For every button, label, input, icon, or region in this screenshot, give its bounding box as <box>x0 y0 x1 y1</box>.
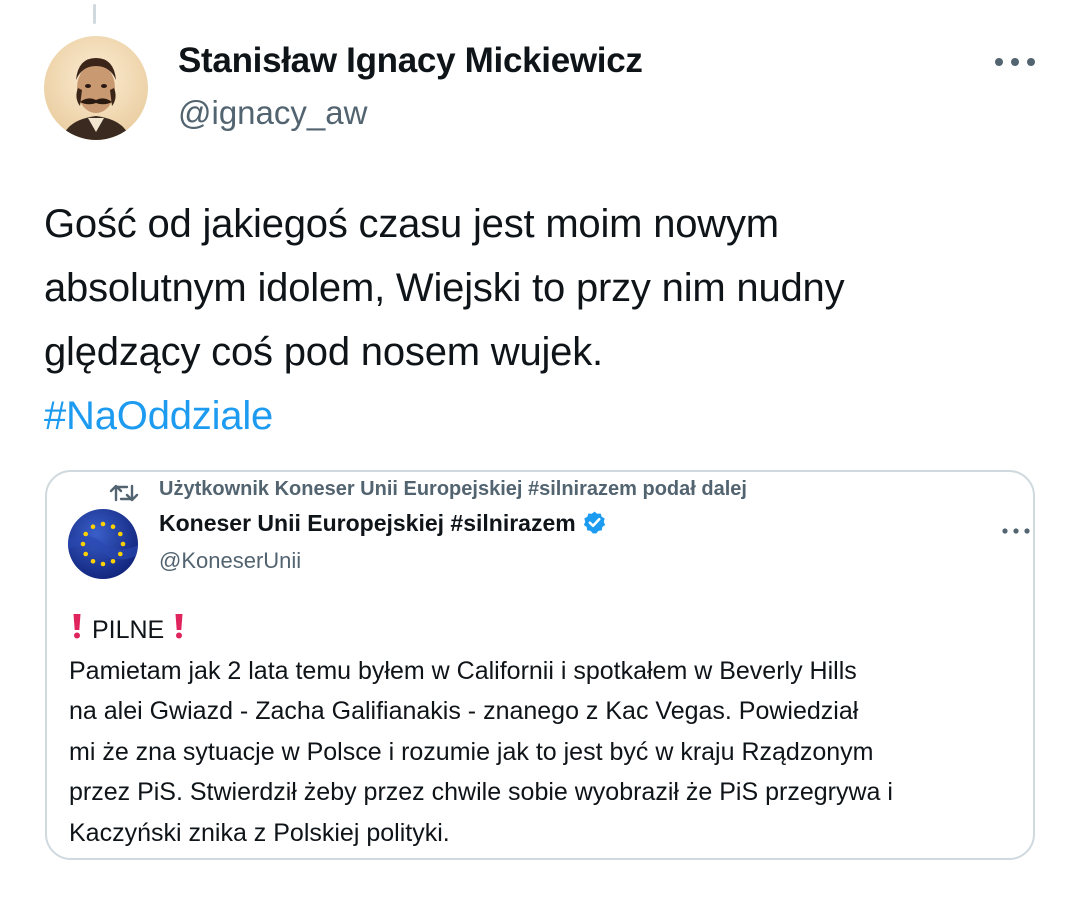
thread-connector-line <box>93 4 96 24</box>
tweet-text-line: ględzący coś pod nosem wujek. <box>44 330 603 374</box>
exclamation-icon <box>175 614 183 639</box>
author-handle[interactable]: @ignacy_aw <box>178 94 367 132</box>
quoted-author-handle[interactable]: @KoneserUnii <box>159 548 301 574</box>
quoted-author-avatar[interactable] <box>68 509 138 579</box>
tweet-text-line: Gość od jakiegoś czasu jest moim nowym <box>44 202 779 246</box>
exclamation-icon <box>73 614 81 639</box>
more-horizontal-icon <box>1002 528 1030 534</box>
portrait-avatar-icon <box>44 36 148 140</box>
quoted-tweet-text: PILNE Pamietam jak 2 lata temu byłem w C… <box>69 610 1029 853</box>
quoted-text-line: na alei Gwiazd - Zacha Galifianakis - zn… <box>69 697 859 725</box>
repost-label[interactable]: Użytkownik Koneser Unii Europejskiej #si… <box>159 478 747 501</box>
quoted-text-line: przez PiS. Stwierdził żeby przez chwile … <box>69 778 893 806</box>
quoted-headline: PILNE <box>69 610 1029 651</box>
hashtag-link[interactable]: #NaOddziale <box>44 384 1034 448</box>
verified-badge-icon <box>583 511 605 534</box>
repost-icon <box>109 484 139 502</box>
quoted-author-name-row[interactable]: Koneser Unii Europejskiej #silnirazem <box>159 510 607 537</box>
eu-flag-avatar-icon <box>68 509 138 579</box>
quoted-text-line: mi że zna sytuacje w Polsce i rozumie ja… <box>69 737 874 766</box>
quoted-more-options-button[interactable] <box>1001 524 1031 538</box>
headline-text: PILNE <box>91 616 165 644</box>
author-display-name[interactable]: Stanisław Ignacy Mickiewicz <box>178 41 643 81</box>
quoted-author-display-name[interactable]: Koneser Unii Europejskiej #silnirazem <box>159 510 576 536</box>
quoted-tweet-card[interactable]: Użytkownik Koneser Unii Europejskiej #si… <box>45 470 1035 860</box>
more-options-button[interactable] <box>993 50 1037 74</box>
quoted-text-line: Pamietam jak 2 lata temu byłem w Califor… <box>69 656 857 685</box>
quoted-text-line: Kaczyński znika z Polskiej polityki. <box>69 818 450 847</box>
author-avatar[interactable] <box>44 36 148 140</box>
tweet-text-line: absolutnym idolem, Wiejski to przy nim n… <box>44 266 845 310</box>
more-horizontal-icon <box>995 58 1035 66</box>
tweet-text: Gość od jakiegoś czasu jest moim nowym a… <box>44 192 1034 448</box>
